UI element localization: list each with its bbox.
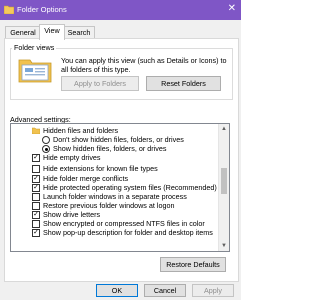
cancel-button[interactable]: Cancel (144, 284, 186, 297)
scroll-up-icon[interactable]: ▲ (219, 124, 229, 134)
list-item[interactable]: ✓ Show drive letters (11, 210, 217, 219)
list-item-label: Launch folder windows in a separate proc… (43, 192, 187, 201)
list-item[interactable]: Launch folder windows in a separate proc… (11, 192, 217, 201)
list-item-label: Hide folder merge conflicts (43, 174, 129, 183)
ok-button[interactable]: OK (96, 284, 138, 297)
folder-icon (32, 127, 40, 134)
list-item-label: Restore previous folder windows at logon (43, 201, 175, 210)
checkbox-ntfs-color[interactable] (32, 220, 40, 228)
list-item-label: Hide extensions for known file types (43, 164, 158, 173)
checkbox-hide-extensions[interactable] (32, 165, 40, 173)
window-title: Folder Options (17, 5, 67, 14)
checkbox-hide-merge-conflicts[interactable]: ✓ (32, 175, 40, 183)
checkbox-popup-description[interactable]: ✓ (32, 229, 40, 237)
folder-views-legend: Folder views (12, 43, 57, 52)
list-item[interactable]: Show hidden files, folders, or drives (11, 144, 217, 153)
tab-view[interactable]: View (39, 24, 65, 40)
close-icon[interactable]: ✕ (228, 3, 236, 15)
restore-defaults-button[interactable]: Restore Defaults (160, 257, 226, 272)
list-item[interactable]: Don't show hidden files, folders, or dri… (11, 135, 217, 144)
checkbox-restore-windows[interactable] (32, 202, 40, 210)
list-item-label: Hide empty drives (43, 153, 101, 162)
list-item[interactable]: Hide extensions for known file types (11, 164, 217, 173)
list-item[interactable]: Show encrypted or compressed NTFS files … (11, 219, 217, 228)
apply-button[interactable]: Apply (192, 284, 234, 297)
reset-folders-button[interactable]: Reset Folders (146, 76, 221, 91)
list-item-label: Hidden files and folders (43, 126, 119, 135)
checkbox-show-drive-letters[interactable]: ✓ (32, 211, 40, 219)
radio-show-hidden[interactable] (42, 145, 50, 153)
scroll-thumb[interactable] (221, 168, 227, 194)
list-item-label: Show pop-up description for folder and d… (43, 228, 213, 237)
apply-to-folders-button[interactable]: Apply to Folders (61, 76, 139, 91)
list-item-label: Show drive letters (43, 210, 101, 219)
advanced-settings-list[interactable]: Hidden files and folders Don't show hidd… (10, 123, 230, 252)
folder-views-icon (18, 59, 52, 83)
checkbox-hide-empty-drives[interactable]: ✓ (32, 154, 40, 162)
list-item[interactable]: ✓ Show pop-up description for folder and… (11, 228, 217, 237)
folder-icon (4, 5, 14, 14)
radio-dont-show-hidden[interactable] (42, 136, 50, 144)
vertical-scrollbar[interactable]: ▲ ▼ (218, 124, 229, 251)
list-item-label: Hide protected operating system files (R… (43, 183, 217, 192)
list-item: Hidden files and folders (11, 126, 217, 135)
folder-views-description: You can apply this view (such as Details… (61, 56, 227, 74)
list-item[interactable]: Restore previous folder windows at logon (11, 201, 217, 210)
list-item-label: Show hidden files, folders, or drives (53, 144, 167, 153)
checkbox-hide-protected-os-files[interactable]: ✓ (32, 184, 40, 192)
list-item[interactable]: ✓ Hide protected operating system files … (11, 183, 217, 192)
checkbox-separate-process[interactable] (32, 193, 40, 201)
scroll-down-icon[interactable]: ▼ (219, 241, 229, 251)
title-bar: Folder Options ✕ (0, 0, 241, 20)
list-item[interactable]: ✓ Hide empty drives (11, 153, 217, 162)
list-item-label: Show encrypted or compressed NTFS files … (43, 219, 205, 228)
list-item-label: Don't show hidden files, folders, or dri… (53, 135, 184, 144)
list-item[interactable]: ✓ Hide folder merge conflicts (11, 174, 217, 183)
